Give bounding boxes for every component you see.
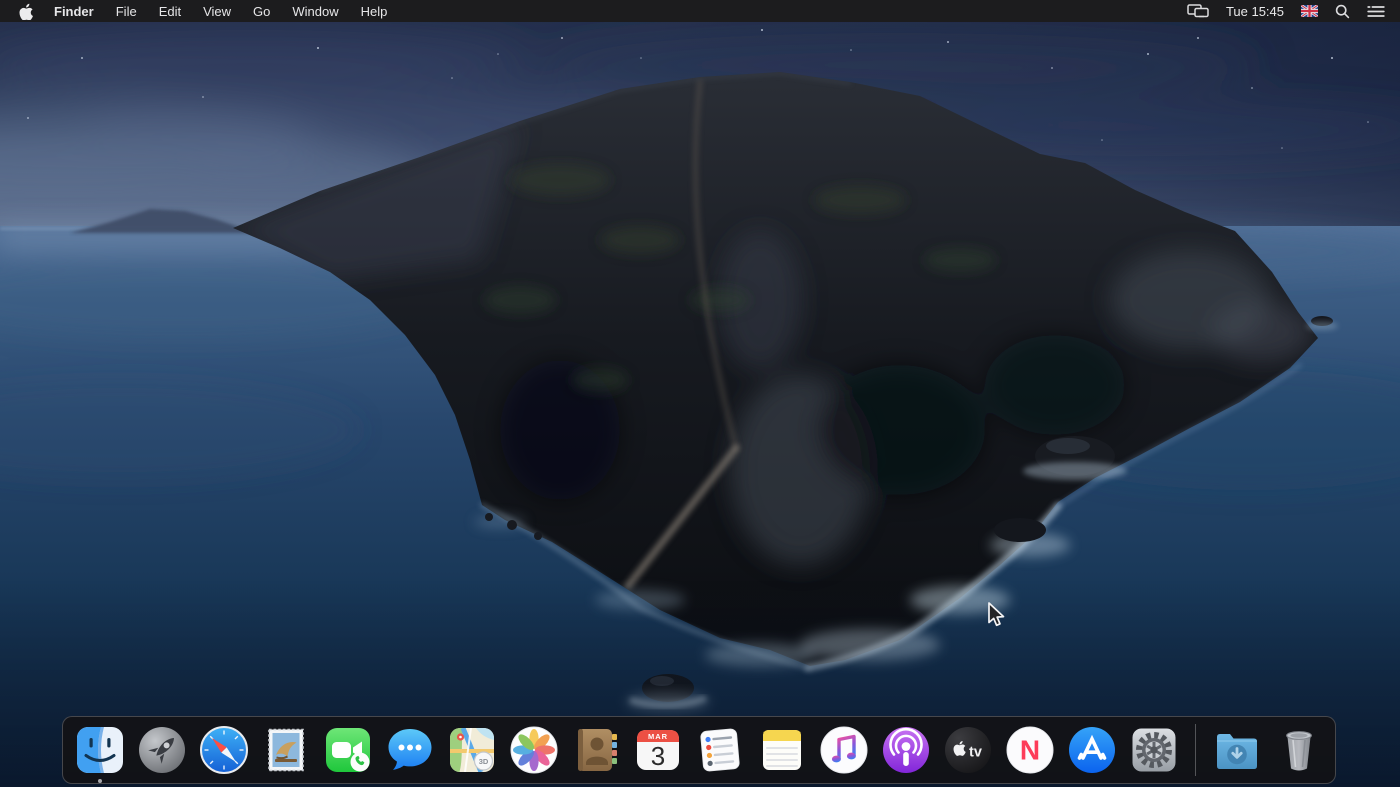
app-store-icon bbox=[1069, 727, 1115, 773]
clock-text: Tue 15:45 bbox=[1225, 3, 1284, 19]
dock-item-facetime[interactable] bbox=[322, 724, 374, 776]
menu-label: Go bbox=[253, 3, 271, 19]
podcasts-icon bbox=[883, 727, 929, 773]
input-source-menu[interactable] bbox=[1301, 0, 1318, 22]
dock-item-finder[interactable] bbox=[74, 724, 126, 783]
menu-label: File bbox=[115, 3, 137, 19]
notification-center-menu[interactable] bbox=[1367, 0, 1385, 22]
dock-item-news[interactable]: N bbox=[1004, 724, 1056, 776]
maps-3d-badge: 3D bbox=[479, 757, 489, 766]
menu-item-finder[interactable]: Finder bbox=[43, 0, 105, 22]
apple-tv-icon: tv bbox=[945, 727, 991, 773]
dock-item-messages[interactable] bbox=[384, 724, 436, 776]
dock-item-trash[interactable] bbox=[1273, 724, 1325, 776]
menu-item-file[interactable]: File bbox=[105, 0, 148, 22]
safari-icon bbox=[200, 726, 248, 774]
display-mirroring-icon bbox=[1187, 4, 1209, 18]
reminders-icon bbox=[700, 728, 740, 772]
calendar-icon: MAR 3 bbox=[637, 730, 679, 771]
menu-item-view[interactable]: View bbox=[192, 0, 242, 22]
system-preferences-icon bbox=[1132, 728, 1176, 772]
menu-item-edit[interactable]: Edit bbox=[148, 0, 192, 22]
menu-clock[interactable]: Tue 15:45 bbox=[1226, 0, 1284, 22]
menu-label: Edit bbox=[158, 3, 182, 19]
dock-item-podcasts[interactable] bbox=[880, 724, 932, 776]
finder-icon bbox=[77, 727, 123, 773]
dock-item-app-store[interactable] bbox=[1066, 724, 1118, 776]
menu-item-window[interactable]: Window bbox=[281, 0, 349, 22]
dock-item-mail[interactable] bbox=[260, 724, 312, 776]
dock-item-maps[interactable]: 3D bbox=[446, 724, 498, 776]
wallpaper-catalina-night bbox=[0, 0, 1400, 787]
calendar-month: MAR bbox=[648, 732, 668, 741]
apple-logo-icon bbox=[19, 3, 33, 20]
menu-label: Finder bbox=[54, 3, 94, 19]
dock-item-safari[interactable] bbox=[198, 724, 250, 776]
desktop[interactable]: Finder File Edit View Go Window Help Tue… bbox=[0, 0, 1400, 787]
downloads-folder-icon bbox=[1217, 734, 1257, 769]
calendar-day: 3 bbox=[651, 741, 665, 771]
news-letter: N bbox=[1020, 735, 1040, 766]
menu-item-help[interactable]: Help bbox=[350, 0, 399, 22]
dock: 3D MAR 3 tv N bbox=[62, 716, 1336, 784]
dock-item-calendar[interactable]: MAR 3 bbox=[632, 724, 684, 776]
photos-icon bbox=[510, 726, 558, 774]
dock-item-notes[interactable] bbox=[756, 724, 808, 776]
search-icon bbox=[1335, 4, 1350, 18]
dock-item-system-preferences[interactable] bbox=[1128, 724, 1180, 776]
menu-item-go[interactable]: Go bbox=[242, 0, 281, 22]
facetime-icon bbox=[326, 728, 370, 772]
menu-bar: Finder File Edit View Go Window Help Tue… bbox=[0, 0, 1400, 22]
news-icon: N bbox=[1006, 726, 1054, 774]
launchpad-icon bbox=[139, 727, 185, 773]
spotlight-menu[interactable] bbox=[1335, 0, 1350, 22]
dock-item-launchpad[interactable] bbox=[136, 724, 188, 776]
running-indicator bbox=[98, 779, 102, 783]
apple-menu[interactable] bbox=[0, 0, 43, 22]
notes-icon bbox=[763, 730, 801, 770]
notification-center-list-icon bbox=[1367, 5, 1385, 17]
display-mirroring-menu[interactable] bbox=[1187, 0, 1209, 22]
dock-item-apple-tv[interactable]: tv bbox=[942, 724, 994, 776]
uk-flag-icon bbox=[1301, 5, 1318, 17]
dock-separator bbox=[1195, 724, 1196, 776]
dock-item-downloads-folder[interactable] bbox=[1211, 724, 1263, 776]
dock-item-contacts[interactable] bbox=[570, 724, 622, 776]
apple-tv-label: tv bbox=[969, 745, 982, 761]
trash-icon bbox=[1286, 731, 1312, 771]
dock-item-reminders[interactable] bbox=[694, 724, 746, 776]
menu-label: View bbox=[203, 3, 232, 19]
maps-icon: 3D bbox=[450, 728, 494, 772]
contacts-icon bbox=[578, 729, 617, 771]
mail-icon bbox=[268, 728, 304, 772]
dock-item-photos[interactable] bbox=[508, 724, 560, 776]
dock-item-music[interactable] bbox=[818, 724, 870, 776]
menu-label: Window bbox=[292, 3, 339, 19]
menu-label: Help bbox=[360, 3, 388, 19]
messages-icon bbox=[388, 729, 432, 770]
music-icon bbox=[820, 726, 868, 774]
